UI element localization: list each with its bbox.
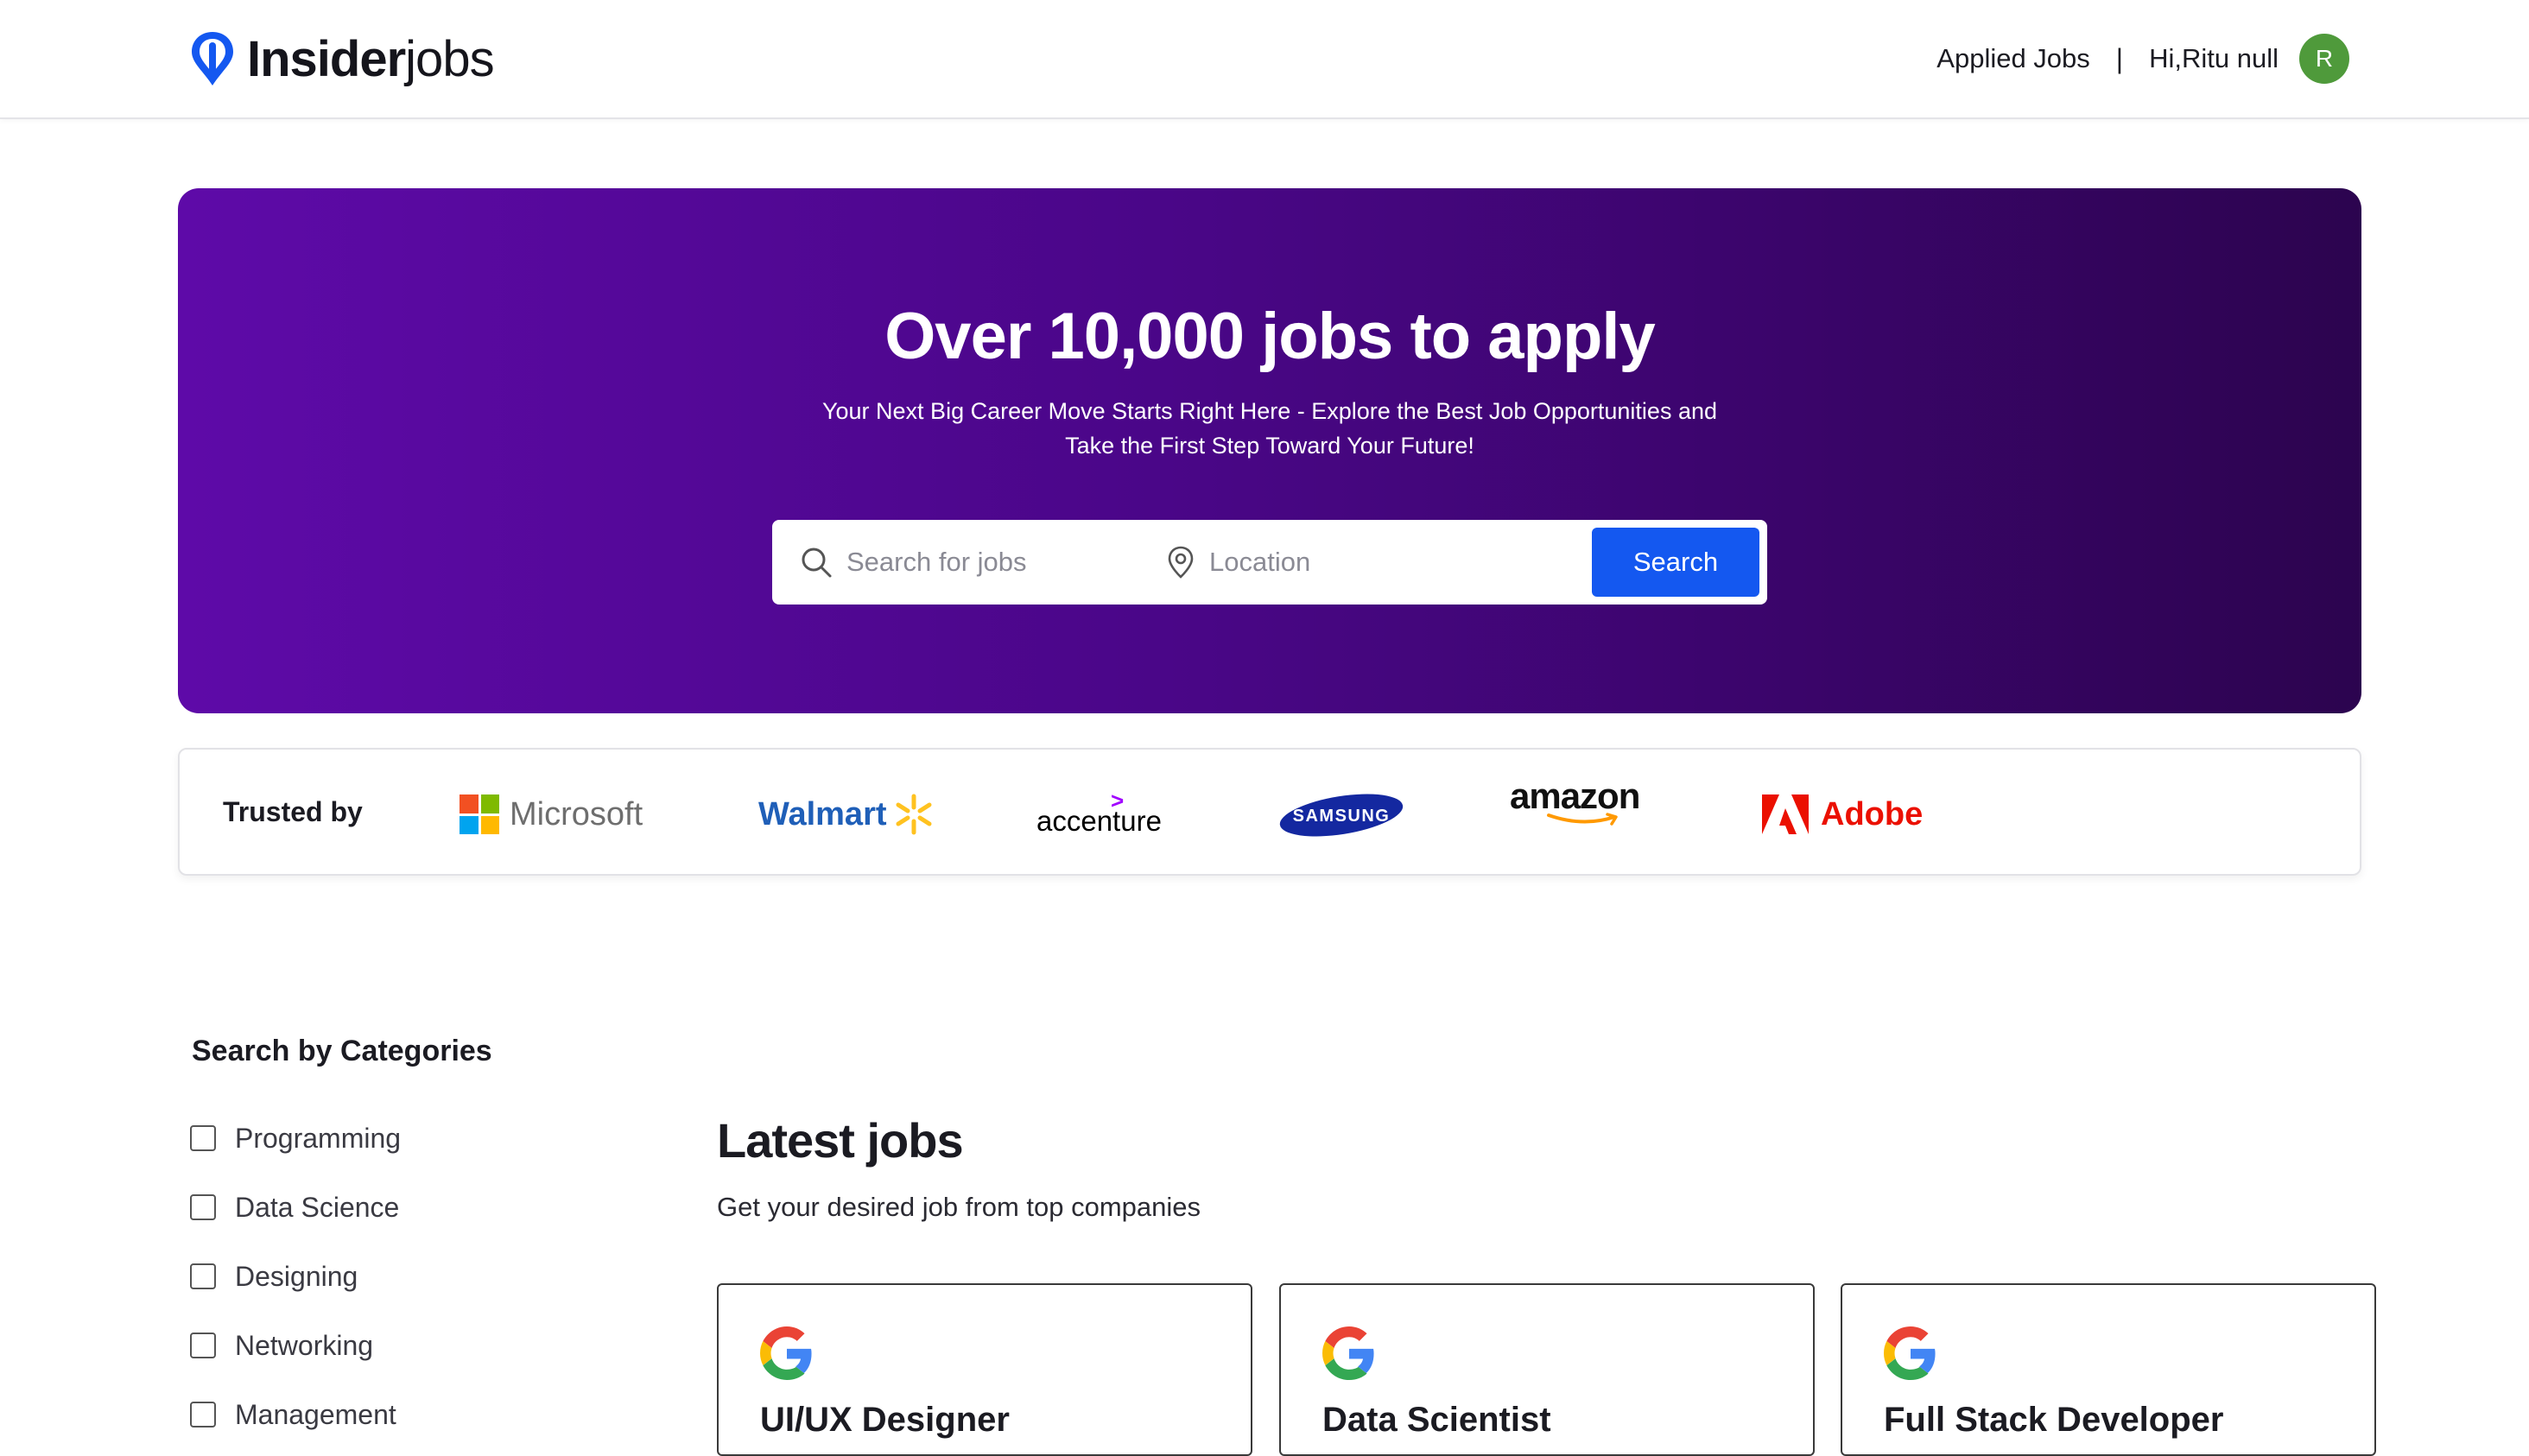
amazon-logo: amazon [1510,775,1640,836]
insiderjobs-logo[interactable]: Insiderjobs [190,28,495,90]
microsoft-grid-icon [460,794,499,834]
amazon-smile-icon [1547,813,1618,826]
avatar-initial: R [2315,45,2334,72]
adobe-a-icon [1762,794,1809,834]
samsung-logo: SAMSUNG [1277,784,1406,845]
job-title: Data Scientist [1322,1401,1551,1439]
trusted-by-label: Trusted by [223,796,363,827]
user-greeting: Hi,Ritu null [2149,43,2279,73]
latest-jobs-subtitle: Get your desired job from top companies [717,1192,1201,1222]
amazon-wordmark: amazon [1510,775,1640,816]
adobe-wordmark: Adobe [1821,795,1924,832]
hero-banner: Over 10,000 jobs to apply Your Next Big … [178,188,2361,713]
samsung-wordmark: SAMSUNG [1293,807,1391,826]
category-management[interactable]: Management [190,1380,401,1449]
search-button[interactable]: Search [1592,528,1759,597]
walmart-wordmark: Walmart [758,795,887,832]
category-checkbox[interactable] [190,1333,216,1358]
job-search-bar: Search [772,520,1767,605]
location-pin-logo-icon [192,32,233,85]
location-input[interactable] [1209,547,1486,578]
samsung-ellipse-icon: SAMSUNG [1279,794,1404,837]
user-avatar[interactable]: R [2299,34,2349,84]
job-title: UI/UX Designer [760,1401,1010,1439]
category-programming[interactable]: Programming [190,1104,401,1173]
job-card[interactable]: UI/UX Designer [717,1283,1252,1456]
hero-title: Over 10,000 jobs to apply [884,300,1656,373]
category-label: Programming [235,1122,402,1154]
category-checkbox[interactable] [190,1263,216,1289]
location-search-field [1157,520,1563,605]
microsoft-logo: Microsoft [460,784,643,845]
job-search-input[interactable] [846,547,1123,578]
category-label: Designing [235,1260,358,1292]
hero-subtitle-line2: Take the First Step Toward Your Future! [1065,433,1474,459]
job-title: Full Stack Developer [1884,1401,2224,1439]
job-card[interactable]: Data Scientist [1279,1283,1815,1456]
category-checkbox[interactable] [190,1194,216,1220]
job-card[interactable]: Full Stack Developer [1841,1283,2376,1456]
category-data-science[interactable]: Data Science [190,1173,401,1242]
adobe-logo: Adobe [1762,784,1923,845]
google-icon [760,1326,812,1380]
microsoft-wordmark: Microsoft [510,795,643,832]
category-label: Data Science [235,1191,400,1223]
nav-separator: | [2115,42,2124,74]
category-filter-list: Programming Data Science Designing Netwo… [190,1104,401,1449]
hero-subtitle-line1: Your Next Big Career Move Starts Right H… [821,398,1717,424]
logo-text-bold: Insider [247,30,406,87]
user-nav: Applied Jobs | Hi,Ritu null R [1936,33,2349,85]
top-navbar: Insiderjobs Applied Jobs | Hi,Ritu null … [0,0,2529,119]
category-checkbox[interactable] [190,1402,216,1428]
category-designing[interactable]: Designing [190,1242,401,1311]
walmart-logo: Walmart [758,784,934,845]
accenture-wordmark: > accenture [1036,788,1162,838]
accenture-logo: > accenture [1036,788,1162,851]
location-pin-icon [1168,546,1194,579]
hero-subtitle: Your Next Big Career Move Starts Right H… [178,394,2361,463]
accenture-text: accenture [1036,805,1162,837]
applied-jobs-link[interactable]: Applied Jobs [1936,43,2090,74]
category-checkbox[interactable] [190,1125,216,1151]
google-icon [1322,1326,1374,1380]
google-icon [1884,1326,1936,1380]
search-icon [802,548,832,578]
categories-heading: Search by Categories [192,1035,492,1067]
trusted-by-strip: Trusted by Microsoft Walmart > accenture [178,748,2361,876]
walmart-spark-icon [896,794,932,835]
logo-text-light: jobs [405,30,494,87]
job-search-field [772,520,1157,605]
category-label: Management [235,1398,396,1430]
accenture-caret-icon: > [1111,788,1125,813]
latest-jobs-heading: Latest jobs [717,1113,964,1168]
category-networking[interactable]: Networking [190,1311,401,1380]
category-label: Networking [235,1329,374,1361]
